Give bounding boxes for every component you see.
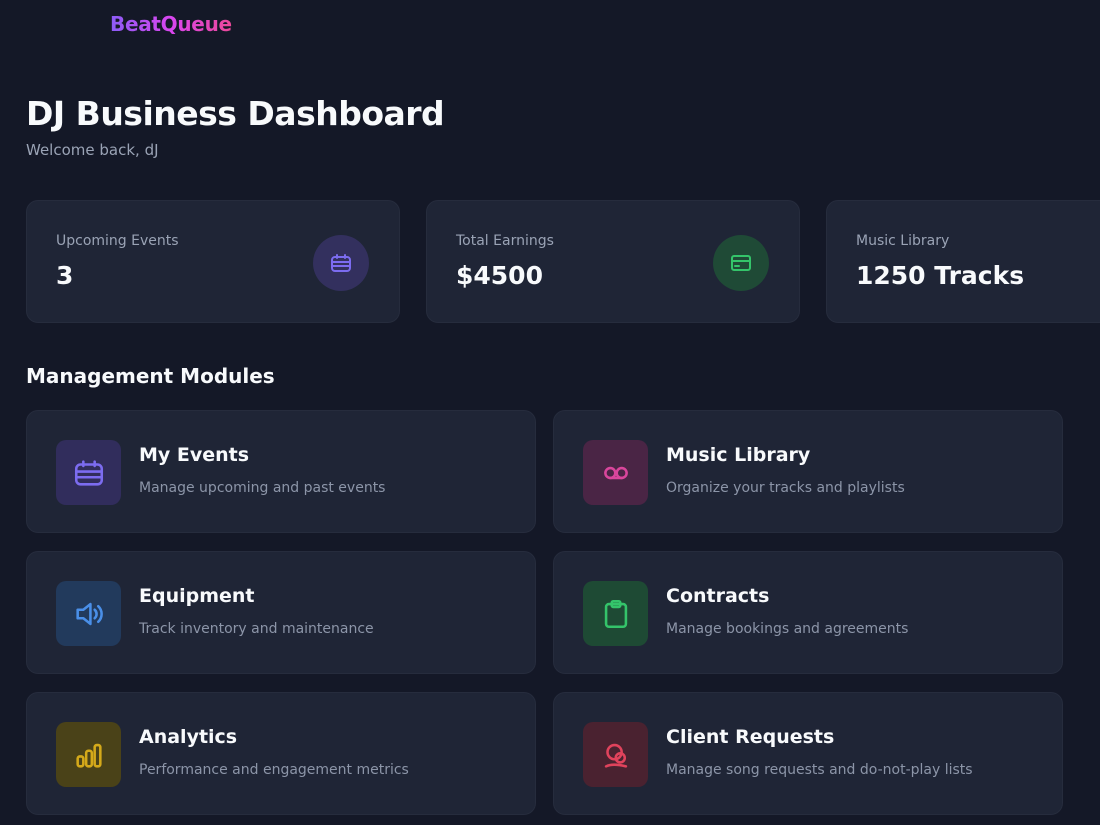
page-title: DJ Business Dashboard [26,94,445,133]
module-card-client-requests[interactable]: Client Requests Manage song requests and… [553,692,1063,815]
module-title: My Events [139,444,250,466]
module-description: Manage upcoming and past events [139,480,386,496]
module-description: Track inventory and maintenance [139,621,374,637]
module-title: Contracts [666,585,770,607]
stats-row: Upcoming Events 3 Total Earnings $4500 M… [26,200,1100,323]
dashboard-page: BeatQueue DJ Business Dashboard Welcome … [0,0,1100,825]
bar-chart-icon [56,722,121,787]
module-card-music-library[interactable]: Music Library Organize your tracks and p… [553,410,1063,533]
stat-label: Music Library [856,233,950,249]
module-card-equipment[interactable]: Equipment Track inventory and maintenanc… [26,551,536,674]
module-title: Equipment [139,585,255,607]
module-card-analytics[interactable]: Analytics Performance and engagement met… [26,692,536,815]
module-description: Organize your tracks and playlists [666,480,905,496]
stat-value: 3 [56,261,74,290]
stat-card-music-library: Music Library 1250 Tracks [826,200,1100,323]
calendar-icon [56,440,121,505]
stat-card-total-earnings: Total Earnings $4500 [426,200,800,323]
module-title: Analytics [139,726,238,748]
stat-label: Upcoming Events [56,233,179,249]
section-title-management-modules: Management Modules [26,364,275,388]
speaker-icon [56,581,121,646]
request-icon [583,722,648,787]
module-title: Client Requests [666,726,835,748]
stat-value: 1250 Tracks [856,261,1025,290]
modules-grid: My Events Manage upcoming and past event… [26,410,1063,815]
welcome-message: Welcome back, dJ [26,141,159,159]
module-card-contracts[interactable]: Contracts Manage bookings and agreements [553,551,1063,674]
stat-value: $4500 [456,261,543,290]
module-card-my-events[interactable]: My Events Manage upcoming and past event… [26,410,536,533]
module-description: Performance and engagement metrics [139,762,409,778]
cassette-icon [583,440,648,505]
stat-card-upcoming-events: Upcoming Events 3 [26,200,400,323]
module-description: Manage song requests and do-not-play lis… [666,762,973,778]
clipboard-icon [583,581,648,646]
module-title: Music Library [666,444,811,466]
payment-card-icon [713,235,769,291]
brand-logo[interactable]: BeatQueue [110,12,232,36]
module-description: Manage bookings and agreements [666,621,909,637]
stat-label: Total Earnings [456,233,554,249]
calendar-icon [313,235,369,291]
